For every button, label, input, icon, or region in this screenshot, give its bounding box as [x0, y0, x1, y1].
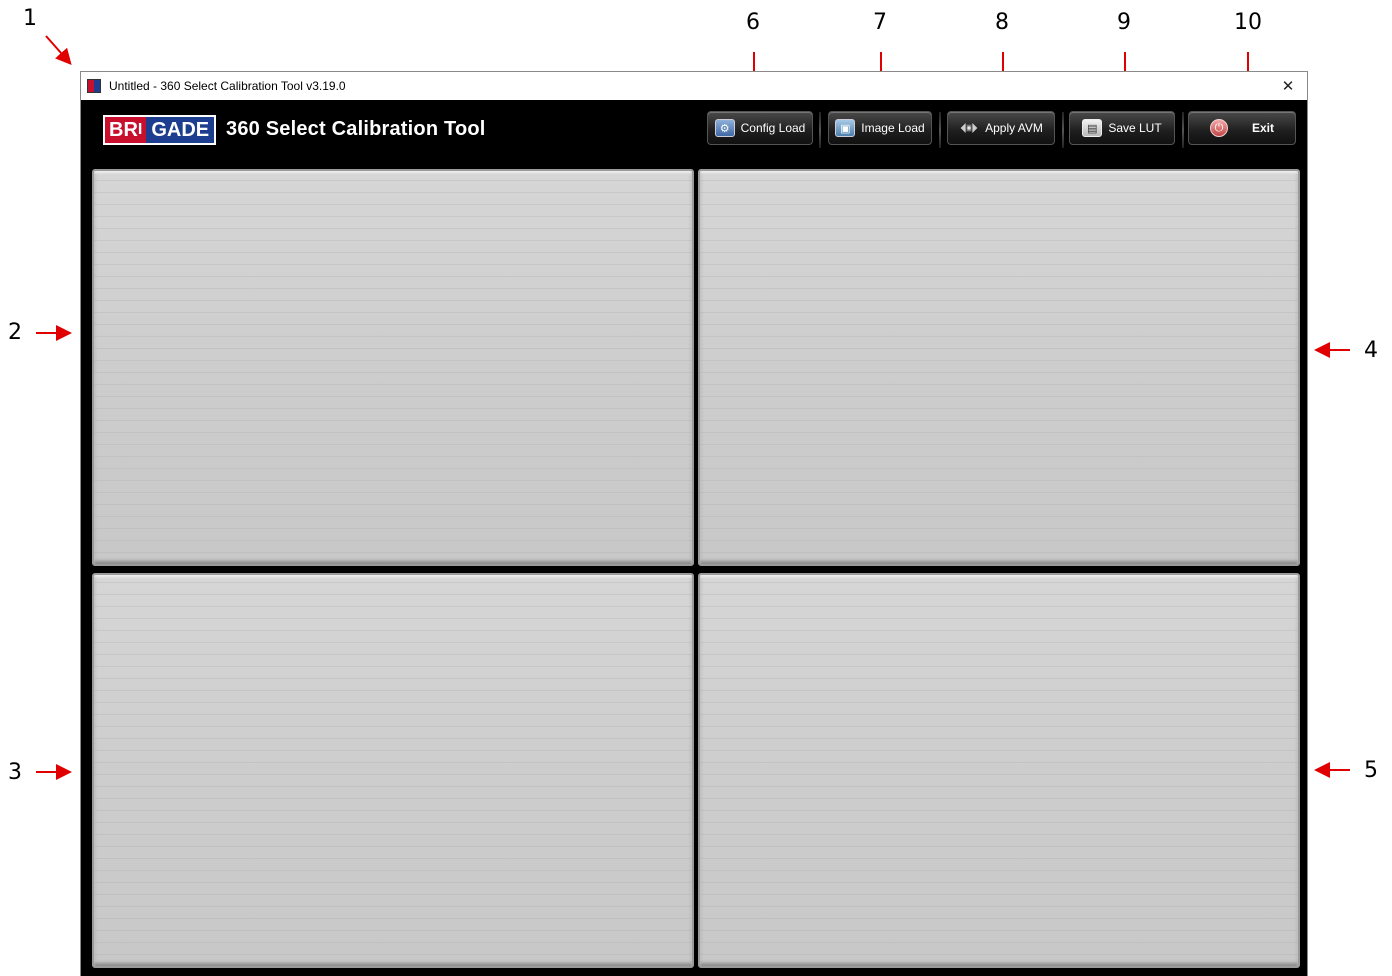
apply-avm-label: Apply AVM [985, 121, 1043, 135]
save-icon: ▤ [1082, 119, 1103, 137]
arrow-1 [45, 35, 72, 65]
camera-view-bottom-right[interactable] [698, 573, 1300, 968]
app-window: Untitled - 360 Select Calibration Tool v… [80, 71, 1308, 976]
logo-text-right: GADE [146, 117, 215, 143]
toolbar-separator [1182, 112, 1184, 148]
toolbar-separator [819, 112, 821, 148]
callout-7: 7 [873, 10, 887, 35]
brigade-logo: BR I GADE [103, 115, 217, 145]
callout-10: 10 [1234, 10, 1262, 35]
callout-1: 1 [23, 6, 37, 31]
callout-6: 6 [746, 10, 760, 35]
camera-view-bottom-left[interactable] [92, 573, 694, 968]
apply-avm-button[interactable]: Apply AVM [947, 111, 1055, 145]
exit-label: Exit [1251, 121, 1274, 135]
image-load-button[interactable]: ▣ Image Load [828, 111, 932, 145]
app-icon [87, 79, 101, 93]
app-header: BR I GADE 360 Select Calibration Tool ⚙ C… [81, 100, 1307, 168]
save-lut-button[interactable]: ▤ Save LUT [1069, 111, 1175, 145]
config-icon: ⚙ [714, 119, 735, 137]
camera-view-top-right[interactable] [698, 169, 1300, 566]
exit-icon: ⏻ [1209, 119, 1228, 137]
callout-2: 2 [8, 320, 22, 345]
image-icon: ▣ [835, 119, 856, 137]
config-load-label: Config Load [740, 121, 806, 135]
config-load-button[interactable]: ⚙ Config Load [707, 111, 813, 145]
save-lut-label: Save LUT [1108, 121, 1162, 135]
apply-icon [959, 119, 979, 137]
logo-text-left: BR [109, 118, 138, 141]
callout-8: 8 [995, 10, 1009, 35]
toolbar-separator [939, 112, 941, 148]
exit-button[interactable]: ⏻ Exit [1188, 111, 1296, 145]
camera-view-top-left[interactable] [92, 169, 694, 566]
callout-5: 5 [1364, 758, 1378, 783]
callout-4: 4 [1364, 338, 1378, 363]
logo-mark: I [137, 121, 143, 138]
callout-9: 9 [1117, 10, 1131, 35]
title-bar[interactable]: Untitled - 360 Select Calibration Tool v… [81, 72, 1307, 100]
callout-3: 3 [8, 760, 22, 785]
window-title: Untitled - 360 Select Calibration Tool v… [109, 79, 346, 93]
app-name: 360 Select Calibration Tool [226, 118, 486, 140]
toolbar-separator [1062, 112, 1064, 148]
window-close-button[interactable]: ✕ [1277, 76, 1299, 96]
image-load-label: Image Load [861, 121, 925, 135]
